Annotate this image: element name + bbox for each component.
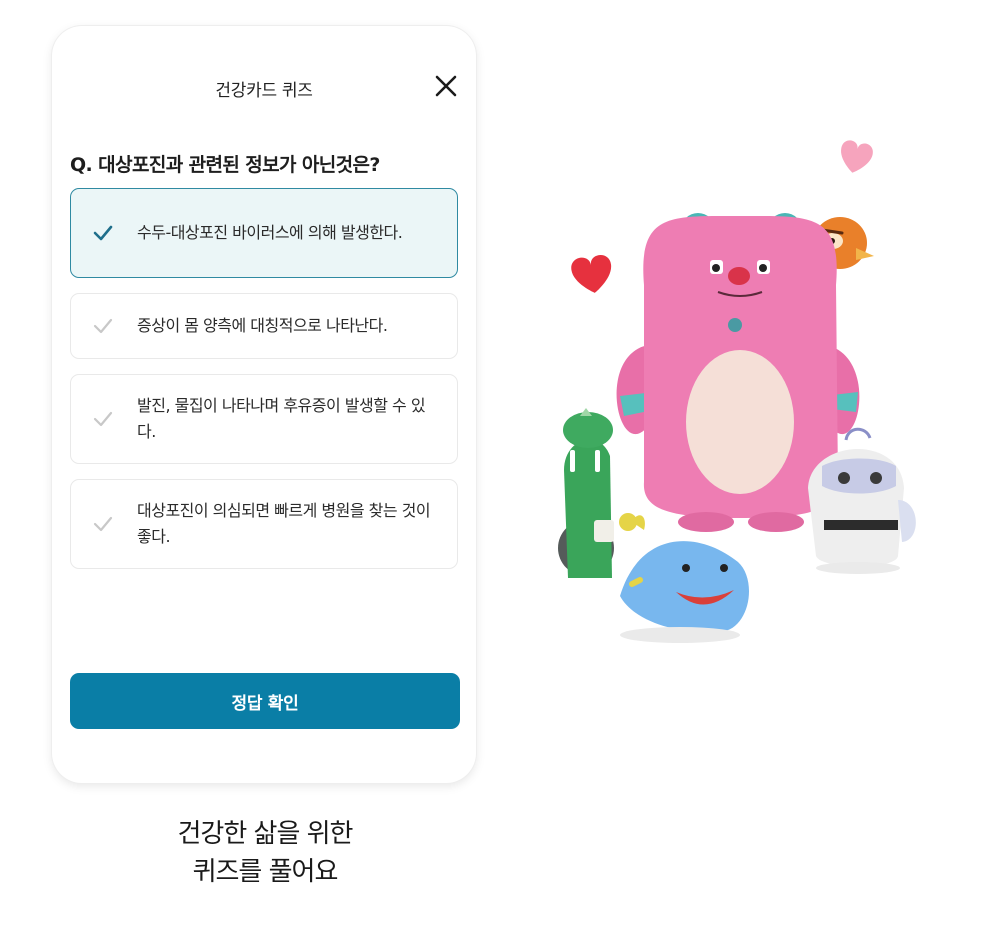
promo-caption-line-2: 퀴즈를 풀어요	[192, 857, 339, 887]
close-icon	[435, 75, 457, 97]
quiz-option-4[interactable]: 대상포진이 의심되면 빠르게 병원을 찾는 것이 좋다.	[70, 479, 458, 569]
quiz-option-1[interactable]: 수두-대상포진 바이러스에 의해 발생한다.	[70, 188, 458, 278]
quiz-option-label: 수두-대상포진 바이러스에 의해 발생한다.	[137, 223, 403, 242]
quiz-option-2[interactable]: 증상이 몸 양측에 대칭적으로 나타난다.	[70, 293, 458, 359]
check-icon	[93, 318, 113, 334]
quiz-option-3[interactable]: 발진, 물집이 나타나며 후유증이 발생할 수 있다.	[70, 374, 458, 464]
quiz-option-label: 대상포진이 의심되면 빠르게 병원을 찾는 것이 좋다.	[137, 501, 431, 546]
check-icon	[93, 225, 113, 241]
promo-caption: 건강한 삶을 위한 퀴즈를 풀어요	[120, 815, 410, 891]
close-button[interactable]	[432, 72, 460, 100]
blue-creature-character	[619, 513, 750, 643]
check-icon	[93, 516, 113, 532]
page: 건강카드 퀴즈 Q. 대상포진과 관련된 정보가 아닌것은? 수두-대상포진 바…	[0, 0, 986, 929]
quiz-option-label: 발진, 물집이 나타나며 후유증이 발생할 수 있다.	[137, 396, 426, 441]
check-icon	[93, 411, 113, 427]
heart-icon	[571, 255, 612, 293]
quiz-card: 건강카드 퀴즈 Q. 대상포진과 관련된 정보가 아닌것은? 수두-대상포진 바…	[52, 26, 476, 783]
quiz-header-title: 건강카드 퀴즈	[215, 81, 313, 101]
promo-caption-line-1: 건강한 삶을 위한	[177, 819, 354, 849]
quiz-question: Q. 대상포진과 관련된 정보가 아닌것은?	[70, 154, 380, 176]
green-dino-character	[558, 408, 614, 578]
characters-illustration	[558, 140, 916, 643]
submit-answer-button[interactable]: 정답 확인	[70, 673, 460, 729]
quiz-option-label: 증상이 몸 양측에 대칭적으로 나타난다.	[137, 316, 388, 335]
heart-icon	[841, 140, 873, 173]
